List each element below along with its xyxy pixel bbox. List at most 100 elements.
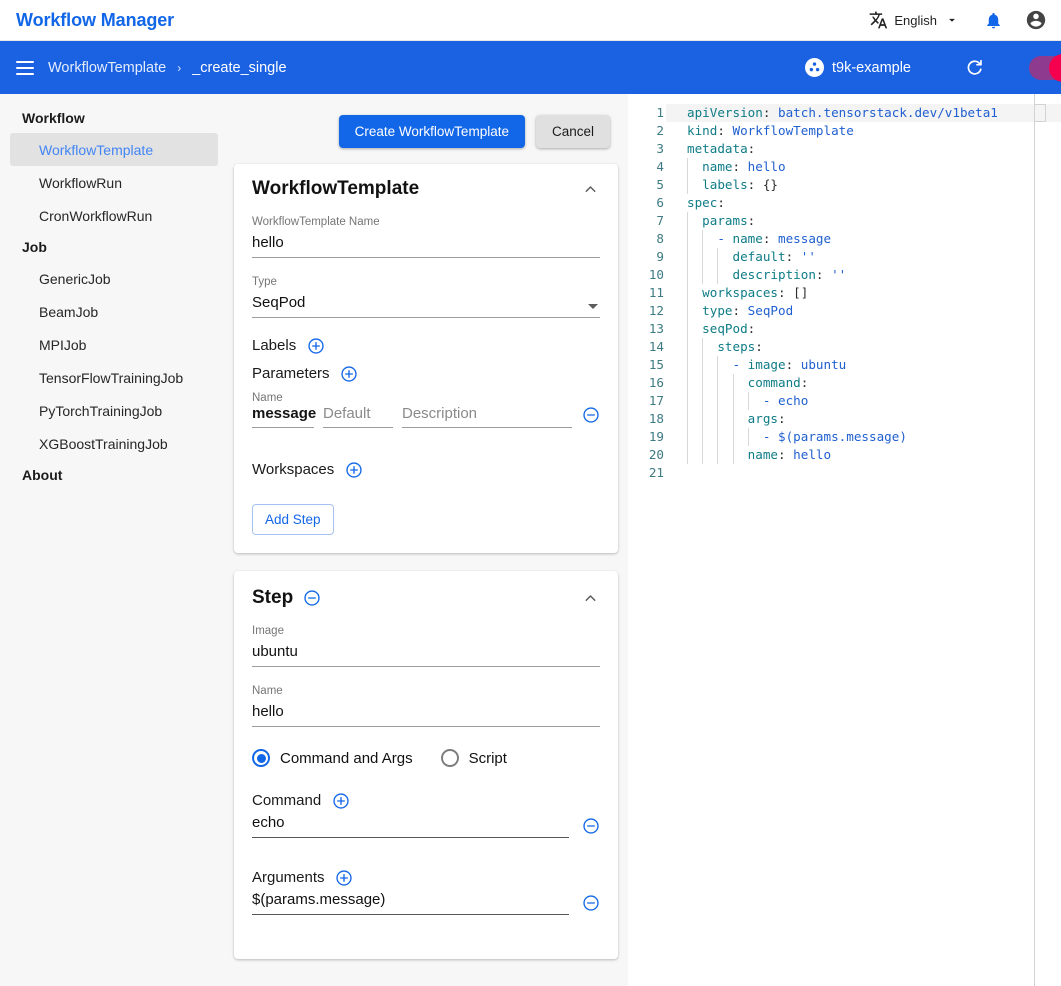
step-image-field: Image ubuntu <box>252 625 600 667</box>
editor-line-number: 6 <box>656 195 664 210</box>
account-circle-icon[interactable] <box>1025 9 1047 31</box>
editor-line[interactable]: 4 name: hello <box>628 158 1061 176</box>
sidebar-item-workflowtemplate[interactable]: WorkflowTemplate <box>10 133 218 166</box>
editor-line[interactable]: 19 - $(params.message) <box>628 428 1061 446</box>
sidebar-item-xgboosttrainingjob[interactable]: XGBoostTrainingJob <box>10 427 218 460</box>
editor-line[interactable]: 16 command: <box>628 374 1061 392</box>
chevron-up-icon[interactable] <box>580 179 600 199</box>
editor-line[interactable]: 21 <box>628 464 1061 482</box>
editor-line[interactable]: 15 - image: ubuntu <box>628 356 1061 374</box>
indent-guide <box>702 266 704 284</box>
editor-line[interactable]: 9 default: '' <box>628 248 1061 266</box>
parameter-description-input[interactable]: Description <box>402 405 572 428</box>
sidebar-item-tensorflowtrainingjob[interactable]: TensorFlowTrainingJob <box>10 361 218 394</box>
sidebar-item-workflowrun[interactable]: WorkflowRun <box>10 166 218 199</box>
editor-line-number: 11 <box>648 285 664 300</box>
indent-guide <box>732 428 734 446</box>
radio-script[interactable] <box>440 749 459 767</box>
breadcrumb-item-root[interactable]: WorkflowTemplate <box>48 60 166 76</box>
sidebar-item-pytorchtrainingjob[interactable]: PyTorchTrainingJob <box>10 394 218 427</box>
indent-guide <box>702 356 704 374</box>
notifications-icon[interactable] <box>983 10 1003 30</box>
remove-circle-icon[interactable] <box>581 893 600 912</box>
editor-token: : <box>762 105 778 120</box>
remove-circle-icon[interactable] <box>302 589 321 608</box>
hamburger-menu-icon[interactable] <box>8 51 42 85</box>
parameter-name-input[interactable]: message <box>252 405 316 428</box>
parameter-default-input[interactable]: Default <box>323 405 393 428</box>
editor-token: $(params.message) <box>778 429 907 444</box>
editor-lines: 1 apiVersion: batch.tensorstack.dev/v1bet… <box>628 104 1061 482</box>
card-title: WorkflowTemplate <box>252 178 420 199</box>
editor-line[interactable]: 5 labels: {} <box>628 176 1061 194</box>
step-name-field: Name hello <box>252 685 600 727</box>
editor-line[interactable]: 13 seqPod: <box>628 320 1061 338</box>
indent-guide <box>732 410 734 428</box>
editor-line[interactable]: 10 description: '' <box>628 266 1061 284</box>
chevron-down-icon[interactable] <box>943 11 961 29</box>
sidebar-group-title-workflow: Workflow <box>22 110 85 126</box>
editor-line[interactable]: 6 spec: <box>628 194 1061 212</box>
add-circle-icon[interactable] <box>344 460 363 479</box>
language-label[interactable]: English <box>894 13 937 28</box>
add-circle-icon[interactable] <box>306 336 325 355</box>
editor-line-number: 15 <box>648 357 664 372</box>
sidebar-item-label: PyTorchTrainingJob <box>39 402 163 419</box>
editor-line[interactable]: 8 - name: message <box>628 230 1061 248</box>
editor-token: command <box>687 375 801 390</box>
editor-line[interactable]: 20 name: hello <box>628 446 1061 464</box>
indent-guide <box>687 338 688 356</box>
remove-circle-icon[interactable] <box>581 816 600 835</box>
sidebar-item-mpijob[interactable]: MPIJob <box>10 328 218 361</box>
card-header: WorkflowTemplate <box>252 178 600 200</box>
indent-guide <box>702 392 704 410</box>
editor-token: labels <box>687 177 748 192</box>
command-input[interactable]: echo <box>252 814 569 838</box>
indent-guide <box>687 374 688 392</box>
indent-guide <box>687 428 688 446</box>
indent-guide <box>687 356 688 374</box>
editor-line-number: 13 <box>648 321 664 336</box>
cancel-button[interactable]: Cancel <box>535 114 610 148</box>
workflowtemplate-name-input[interactable]: hello <box>252 231 600 258</box>
chevron-up-icon[interactable] <box>580 588 600 608</box>
add-step-button[interactable]: Add Step <box>252 504 334 535</box>
indent-guide <box>687 302 688 320</box>
editor-line[interactable]: 18 args: <box>628 410 1061 428</box>
editor-line[interactable]: 12 type: SeqPod <box>628 302 1061 320</box>
arguments-input[interactable]: $(params.message) <box>252 891 569 915</box>
project-selector[interactable]: t9k-example <box>805 58 911 77</box>
add-circle-icon[interactable] <box>340 364 359 383</box>
editor-token: apiVersion <box>687 105 763 120</box>
create-workflowtemplate-button[interactable]: Create WorkflowTemplate <box>338 114 525 148</box>
editor-line[interactable]: 14 steps: <box>628 338 1061 356</box>
editor-line-content: type: SeqPod <box>666 302 1061 320</box>
editor-line[interactable]: 11 workspaces: [] <box>628 284 1061 302</box>
editor-line-number: 4 <box>656 159 664 174</box>
refresh-icon[interactable] <box>963 57 985 79</box>
sidebar-group-title-about[interactable]: About <box>0 460 228 490</box>
sidebar-item-beamjob[interactable]: BeamJob <box>10 295 218 328</box>
sidebar-item-cronworkflowrun[interactable]: CronWorkflowRun <box>10 199 218 232</box>
editor-token: seqPod <box>687 321 748 336</box>
indent-guide <box>717 266 719 284</box>
step-image-input[interactable]: ubuntu <box>252 640 600 667</box>
card-title: Step <box>252 587 294 608</box>
radio-command-and-args[interactable] <box>252 749 270 767</box>
editor-line[interactable]: 3 metadata: <box>628 140 1061 158</box>
translate-icon[interactable] <box>867 9 889 31</box>
sidebar-item-genericjob[interactable]: GenericJob <box>10 262 218 295</box>
editor-line[interactable]: 17 - echo <box>628 392 1061 410</box>
type-select[interactable]: SeqPod <box>252 291 600 318</box>
add-circle-icon[interactable] <box>335 868 354 887</box>
theme-toggle[interactable] <box>1029 53 1061 82</box>
editor-token: '' <box>800 249 816 264</box>
yaml-editor[interactable]: 1 apiVersion: batch.tensorstack.dev/v1bet… <box>628 94 1061 986</box>
editor-line[interactable]: 1 apiVersion: batch.tensorstack.dev/v1bet… <box>628 104 1061 122</box>
add-circle-icon[interactable] <box>331 791 350 810</box>
step-name-input[interactable]: hello <box>252 700 600 727</box>
remove-circle-icon[interactable] <box>581 405 600 424</box>
editor-line[interactable]: 7 params: <box>628 212 1061 230</box>
chevron-down-icon[interactable] <box>588 304 598 309</box>
editor-line[interactable]: 2 kind: WorkflowTemplate <box>628 122 1061 140</box>
